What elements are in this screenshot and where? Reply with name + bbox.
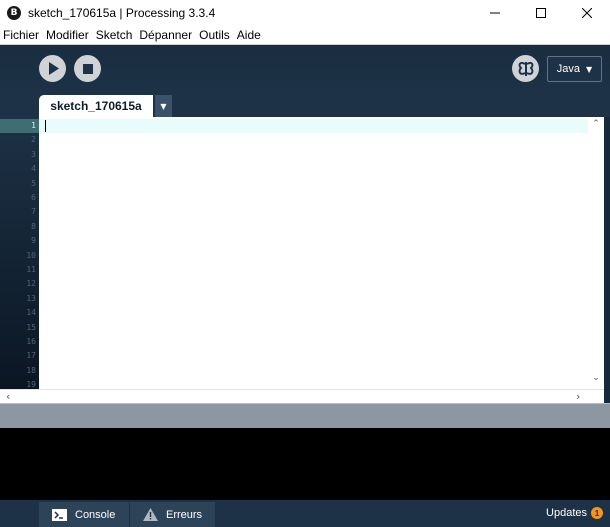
- line-number: 9: [31, 236, 36, 246]
- close-icon[interactable]: [564, 0, 610, 25]
- line-number: 7: [31, 207, 36, 217]
- message-area-divider[interactable]: [0, 403, 610, 428]
- menu-fichier[interactable]: Fichier: [3, 28, 39, 42]
- tab-sketch[interactable]: sketch_170615a: [39, 95, 153, 117]
- menu-modifier[interactable]: Modifier: [46, 28, 89, 42]
- menu-outils[interactable]: Outils: [199, 28, 230, 42]
- text-caret: [45, 120, 46, 132]
- title-bar: B sketch_170615a | Processing 3.3.4: [0, 0, 610, 25]
- footer-bar: Console Erreurs Updates 1: [0, 500, 610, 527]
- vertical-scrollbar[interactable]: ⌃ ⌄: [588, 117, 604, 389]
- maximize-icon[interactable]: [518, 0, 564, 25]
- updates-count-badge: 1: [591, 507, 603, 519]
- line-number: 12: [26, 279, 36, 289]
- window-title: sketch_170615a | Processing 3.3.4: [28, 5, 216, 20]
- errors-label: Erreurs: [166, 508, 203, 521]
- line-number: 14: [26, 308, 36, 318]
- line-number: 1: [31, 121, 36, 130]
- line-number: 2: [31, 135, 36, 145]
- console-output[interactable]: [0, 428, 610, 500]
- debugger-butterfly-icon: [518, 61, 533, 76]
- sketch-tabs: sketch_170615a ▼: [0, 95, 610, 117]
- line-number: 15: [26, 322, 36, 332]
- line-number-gutter: 1 2 3 4 5 6 7 8 9 10 11 12 13 14 15 16 17 18 19: [0, 117, 39, 389]
- debugger-button[interactable]: [512, 55, 539, 82]
- play-icon: [48, 62, 59, 75]
- tab-console[interactable]: Console: [39, 502, 129, 527]
- chevron-down-icon[interactable]: ⌄: [588, 373, 604, 383]
- menu-bar: Fichier Modifier Sketch Dépanner Outils …: [0, 25, 610, 44]
- chevron-up-icon[interactable]: ⌃: [588, 119, 604, 129]
- menu-depanner[interactable]: Dépanner: [139, 28, 192, 42]
- toolbar: Java ▼: [0, 44, 610, 95]
- line-number: 17: [26, 351, 36, 361]
- line-number: 10: [26, 250, 36, 260]
- menu-sketch[interactable]: Sketch: [96, 28, 133, 42]
- line-number: 8: [31, 221, 36, 231]
- chevron-down-icon: ▼: [586, 64, 593, 74]
- line-number: 16: [26, 337, 36, 346]
- menu-aide[interactable]: Aide: [237, 28, 261, 42]
- mode-label: Java: [556, 63, 581, 75]
- line-number: 18: [26, 365, 36, 375]
- updates-link[interactable]: Updates 1: [546, 507, 603, 519]
- warning-icon: [143, 508, 158, 521]
- line-number: 6: [31, 193, 36, 202]
- tab-menu-button[interactable]: ▼: [155, 95, 172, 117]
- line-number: 4: [31, 164, 36, 174]
- run-button[interactable]: [39, 55, 66, 82]
- minimize-icon[interactable]: [472, 0, 518, 25]
- editor-frame-edge: [604, 117, 610, 403]
- stop-icon: [82, 63, 93, 74]
- tab-errors[interactable]: Erreurs: [130, 502, 215, 527]
- horizontal-scrollbar[interactable]: ‹ ›: [0, 389, 604, 403]
- line-number: 11: [26, 265, 36, 274]
- terminal-icon: [52, 508, 67, 521]
- stop-button[interactable]: [74, 55, 101, 82]
- window-controls: [472, 0, 610, 25]
- line-number: 5: [31, 178, 36, 188]
- line-number: 19: [26, 380, 36, 389]
- mode-selector[interactable]: Java ▼: [547, 56, 602, 82]
- code-editor[interactable]: [39, 117, 588, 389]
- line-number: 13: [26, 293, 36, 303]
- chevron-left-icon[interactable]: ‹: [6, 390, 10, 403]
- current-line-highlight: [39, 119, 588, 133]
- line-number: 3: [31, 149, 36, 159]
- console-label: Console: [75, 508, 116, 521]
- processing-logo-icon: B: [7, 5, 21, 20]
- chevron-right-icon[interactable]: ›: [576, 390, 580, 403]
- updates-label: Updates: [546, 507, 587, 519]
